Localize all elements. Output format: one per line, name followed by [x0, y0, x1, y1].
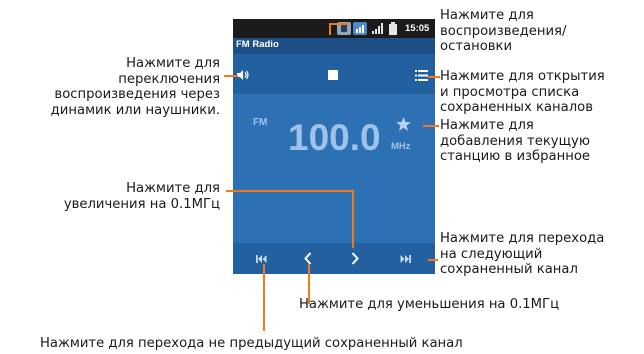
leader-line-list: [428, 76, 440, 78]
callout-prev-channel: Нажмите для перехода не предыдущий сохра…: [40, 336, 463, 351]
callout-play-stop: Нажмите для воспроизведения/ остановки: [440, 8, 567, 54]
skip-next-icon[interactable]: [400, 255, 411, 263]
callout-step-down: Нажмите для уменьшения на 0.1МГц: [299, 297, 560, 312]
battery-icon: [389, 22, 397, 35]
frequency-display: 100.0: [288, 117, 381, 158]
leader-line-star: [423, 125, 439, 127]
leader-line-next: [428, 259, 438, 261]
leader-line-prev: [263, 264, 265, 331]
star-icon[interactable]: [396, 117, 411, 131]
list-icon[interactable]: [415, 70, 428, 81]
signal-icon: [372, 23, 383, 34]
app-title-bar: FM Radio: [233, 38, 435, 54]
callout-favorite: Нажмите для добавления текущую станцию в…: [440, 118, 591, 164]
callout-step-up: Нажмите для увеличения на 0.1МГц: [63, 181, 220, 212]
status-bar: 15:05: [233, 19, 435, 38]
leader-line-step-up-v: [352, 190, 354, 248]
speaker-icon[interactable]: [237, 70, 249, 80]
skip-previous-icon[interactable]: [256, 255, 267, 263]
unit-label: MHz: [391, 141, 411, 152]
callout-channel-list: Нажмите для открытия и просмотра списка …: [440, 69, 605, 115]
callout-next-channel: Нажмите для перехода на следующий сохран…: [440, 231, 605, 277]
top-toolbar: [233, 54, 435, 94]
leader-line-speaker: [224, 75, 238, 77]
app-title: FM Radio: [236, 39, 279, 50]
data-icon: [353, 22, 367, 35]
leader-line-stop-h: [329, 23, 349, 25]
chevron-right-icon[interactable]: [351, 252, 359, 265]
fm-radio-screen: 15:05 FM Radio FM 100.0 MHz: [233, 19, 435, 274]
leader-line-step-up: [226, 190, 354, 192]
band-label: FM: [253, 117, 268, 128]
status-time: 15:05: [405, 23, 430, 34]
callout-speaker-toggle: Нажмите для переключения воспроизведения…: [50, 56, 220, 118]
stop-icon[interactable]: [328, 70, 338, 80]
